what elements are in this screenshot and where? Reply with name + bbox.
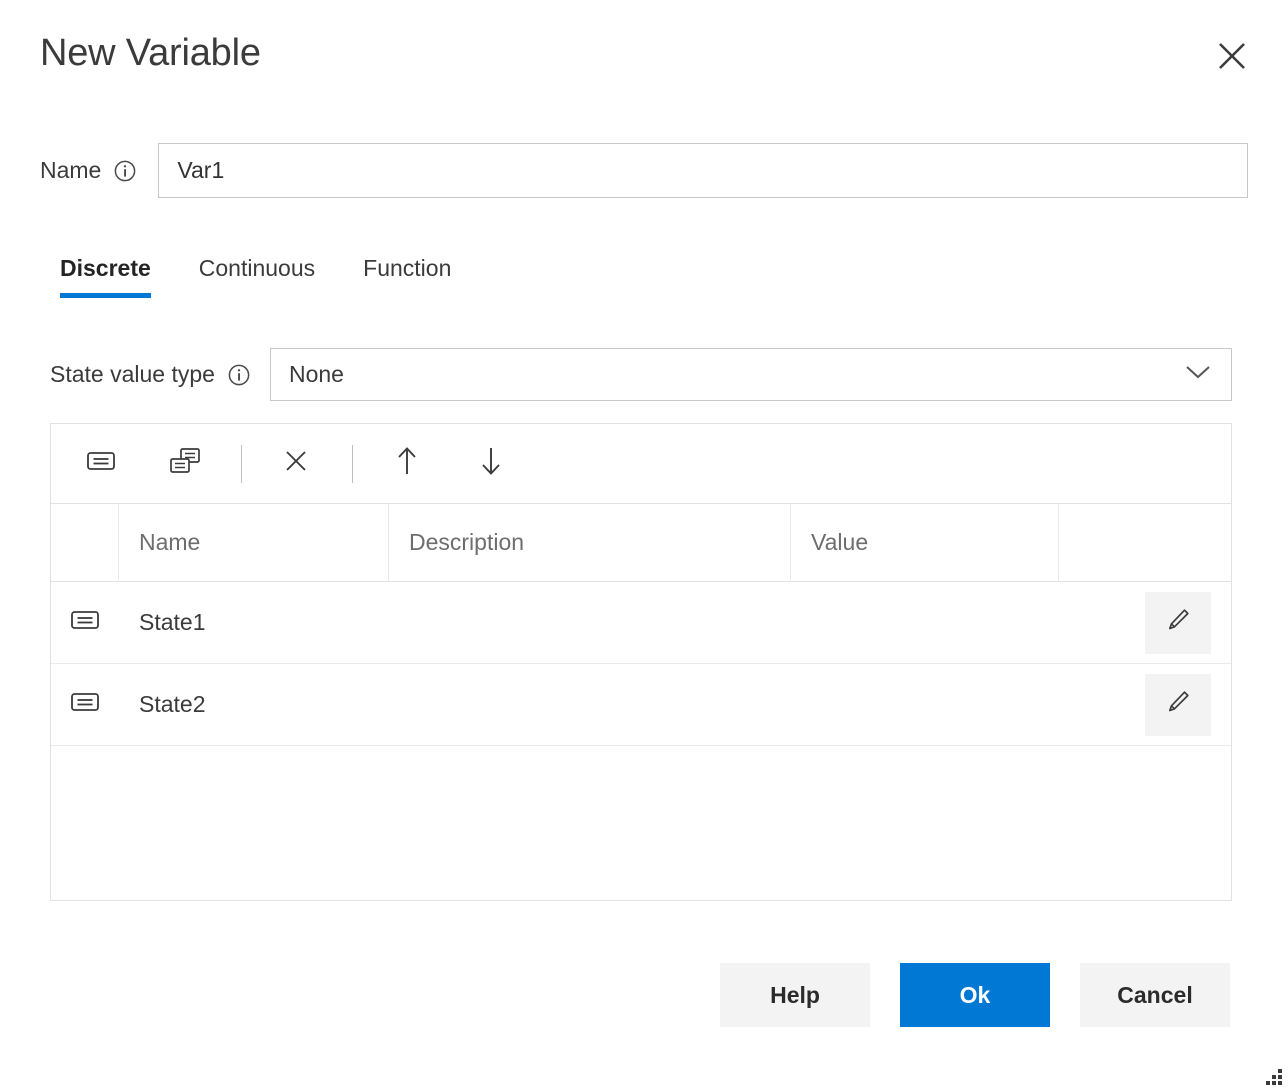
column-header-value[interactable]: Value: [791, 504, 1059, 581]
column-header-description[interactable]: Description: [389, 504, 791, 581]
row-state-icon-cell: [51, 582, 119, 663]
pencil-icon: [1163, 605, 1193, 641]
dialog-titlebar: New Variable: [40, 34, 1252, 96]
cancel-button[interactable]: Cancel: [1080, 963, 1230, 1027]
page-title: New Variable: [40, 34, 261, 72]
ok-button[interactable]: Ok: [900, 963, 1050, 1027]
column-header-icon: [51, 504, 119, 581]
states-table-panel: Name Description Value State1: [50, 423, 1232, 901]
column-header-actions: [1059, 504, 1231, 581]
row-value-cell[interactable]: [791, 582, 1059, 663]
new-variable-dialog: New Variable Name Discrete Continuous Fu…: [0, 0, 1288, 1090]
state-icon: [70, 608, 100, 638]
duplicate-states-icon: [169, 447, 201, 480]
tab-function[interactable]: Function: [363, 255, 451, 298]
states-toolbar: [51, 424, 1231, 504]
row-description-cell[interactable]: [389, 582, 791, 663]
toolbar-separator: [241, 445, 242, 483]
close-x-icon: [283, 448, 309, 479]
arrow-up-icon: [394, 445, 420, 482]
table-header: Name Description Value: [51, 504, 1231, 582]
arrow-down-icon: [478, 445, 504, 482]
pencil-icon: [1163, 687, 1193, 723]
delete-state-button[interactable]: [268, 441, 324, 487]
toolbar-separator: [352, 445, 353, 483]
help-button[interactable]: Help: [720, 963, 870, 1027]
row-actions-cell: [1059, 582, 1231, 663]
table-body: State1: [51, 582, 1231, 900]
info-circle-icon[interactable]: [228, 364, 250, 386]
tab-discrete[interactable]: Discrete: [60, 255, 151, 298]
chevron-down-icon: [1183, 363, 1213, 386]
row-state-icon-cell: [51, 664, 119, 745]
table-row[interactable]: State2: [51, 664, 1231, 746]
column-header-name[interactable]: Name: [119, 504, 389, 581]
edit-state-button[interactable]: [1145, 592, 1211, 654]
state-value-type-label: State value type: [50, 361, 215, 388]
duplicate-state-button[interactable]: [157, 441, 213, 487]
state-icon: [86, 449, 116, 478]
state-value-type-selected: None: [289, 361, 344, 388]
tab-continuous[interactable]: Continuous: [199, 255, 315, 298]
name-input[interactable]: [158, 143, 1248, 198]
name-field-row: Name: [40, 143, 1248, 198]
name-label: Name: [40, 157, 101, 184]
move-down-button[interactable]: [463, 441, 519, 487]
dialog-footer: Help Ok Cancel: [720, 963, 1230, 1027]
resize-grip[interactable]: [1262, 1065, 1284, 1087]
table-row[interactable]: State1: [51, 582, 1231, 664]
row-name-cell[interactable]: State1: [119, 582, 389, 663]
row-actions-cell: [1059, 664, 1231, 745]
row-name-cell[interactable]: State2: [119, 664, 389, 745]
add-state-button[interactable]: [73, 441, 129, 487]
move-up-button[interactable]: [379, 441, 435, 487]
variable-type-tabs: Discrete Continuous Function: [60, 255, 451, 298]
state-icon: [70, 690, 100, 720]
close-icon[interactable]: [1208, 32, 1256, 80]
state-value-type-row: State value type None: [50, 348, 1232, 401]
info-circle-icon[interactable]: [114, 160, 136, 182]
row-description-cell[interactable]: [389, 664, 791, 745]
edit-state-button[interactable]: [1145, 674, 1211, 736]
table-empty-area: [51, 746, 1231, 900]
state-value-type-select[interactable]: None: [270, 348, 1232, 401]
row-value-cell[interactable]: [791, 664, 1059, 745]
